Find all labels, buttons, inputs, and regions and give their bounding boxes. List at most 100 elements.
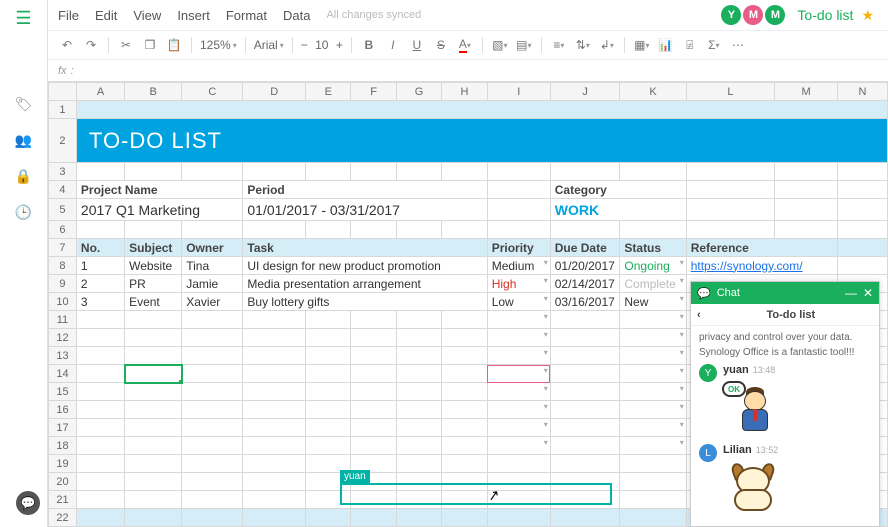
row-header[interactable]: 12 (49, 329, 77, 347)
chat-fab-icon[interactable]: 💬 (16, 491, 40, 515)
row-header[interactable]: 19 (49, 455, 77, 473)
valign-icon[interactable]: ⇅▾ (574, 36, 592, 54)
cell[interactable] (182, 383, 243, 401)
cell[interactable] (351, 163, 396, 181)
menu-file[interactable]: File (58, 8, 79, 23)
cell-reference[interactable]: https://synology.com/ (686, 257, 837, 275)
cell[interactable] (487, 437, 550, 455)
col-header[interactable]: L (686, 83, 774, 101)
cell[interactable] (243, 455, 306, 473)
cell[interactable] (125, 163, 182, 181)
lock-icon[interactable]: 🔒 (15, 167, 33, 185)
cell[interactable] (442, 221, 487, 239)
row-header[interactable]: 11 (49, 311, 77, 329)
hdr-priority[interactable]: Priority (487, 239, 550, 257)
cell[interactable] (838, 181, 888, 199)
cell[interactable] (396, 383, 442, 401)
merge-icon[interactable]: ▦▾ (633, 36, 651, 54)
cell[interactable] (125, 383, 182, 401)
cell[interactable] (442, 383, 487, 401)
cell[interactable] (182, 365, 243, 383)
cell[interactable] (487, 365, 550, 383)
cell[interactable] (487, 311, 550, 329)
cell[interactable] (550, 509, 620, 527)
cell[interactable] (306, 437, 351, 455)
cell[interactable] (243, 347, 306, 365)
cell[interactable] (351, 509, 396, 527)
cell[interactable] (620, 455, 686, 473)
cell[interactable] (243, 365, 306, 383)
cell[interactable] (182, 329, 243, 347)
cell[interactable] (620, 491, 686, 509)
zoom-select[interactable]: 125%▾ (200, 38, 237, 52)
undo-icon[interactable]: ↶ (58, 36, 76, 54)
row-header[interactable]: 6 (49, 221, 77, 239)
cell[interactable] (243, 383, 306, 401)
cell[interactable] (550, 163, 620, 181)
cell[interactable] (487, 419, 550, 437)
chat-body[interactable]: privacy and control over your data. Syno… (691, 326, 879, 526)
cell[interactable] (396, 419, 442, 437)
menu-format[interactable]: Format (226, 8, 267, 23)
borders-icon[interactable]: ▤▾ (515, 36, 533, 54)
menu-insert[interactable]: Insert (177, 8, 210, 23)
cell-priority[interactable]: Medium (487, 257, 550, 275)
cell-task[interactable]: Buy lottery gifts (243, 293, 487, 311)
textcolor-icon[interactable]: A▾ (456, 36, 474, 54)
cell[interactable] (76, 509, 124, 527)
cell[interactable] (125, 419, 182, 437)
cell[interactable] (838, 163, 888, 181)
chat-header[interactable]: 💬 Chat — ✕ (691, 282, 879, 304)
menu-edit[interactable]: Edit (95, 8, 117, 23)
tag-icon[interactable]: 🏷 (15, 95, 33, 113)
col-header[interactable]: N (838, 83, 888, 101)
cell-no[interactable]: 2 (76, 275, 124, 293)
row-header[interactable]: 9 (49, 275, 77, 293)
cell[interactable] (686, 221, 774, 239)
cell[interactable] (182, 221, 243, 239)
people-icon[interactable]: 👥 (15, 131, 33, 149)
row-header[interactable]: 20 (49, 473, 77, 491)
col-header[interactable]: A (76, 83, 124, 101)
cell-no[interactable]: 3 (76, 293, 124, 311)
cell[interactable] (243, 163, 306, 181)
cut-icon[interactable]: ✂ (117, 36, 135, 54)
cell[interactable] (620, 163, 686, 181)
wrap-icon[interactable]: ↲▾ (598, 36, 616, 54)
cell[interactable] (351, 347, 396, 365)
cell[interactable] (125, 455, 182, 473)
cell-due[interactable]: 02/14/2017 (550, 275, 620, 293)
cell[interactable] (76, 163, 124, 181)
cell[interactable] (306, 347, 351, 365)
filter-icon[interactable]: ⍯ (681, 36, 699, 54)
cell[interactable] (442, 401, 487, 419)
cell[interactable] (351, 365, 396, 383)
cell-due[interactable]: 03/16/2017 (550, 293, 620, 311)
cell[interactable] (182, 401, 243, 419)
star-icon[interactable]: ★ (861, 7, 874, 24)
cell[interactable] (125, 509, 182, 527)
row-header[interactable]: 7 (49, 239, 77, 257)
hdr-task[interactable]: Task (243, 239, 487, 257)
menu-view[interactable]: View (133, 8, 161, 23)
collaborator-avatar[interactable]: M (765, 5, 785, 25)
cell[interactable] (686, 181, 774, 199)
cell[interactable] (838, 257, 888, 275)
cell[interactable] (487, 181, 550, 199)
col-header[interactable]: F (351, 83, 396, 101)
cell[interactable] (76, 383, 124, 401)
chat-back-icon[interactable]: ‹ (697, 309, 701, 321)
cell[interactable] (243, 509, 306, 527)
cell[interactable] (76, 437, 124, 455)
cell[interactable] (620, 473, 686, 491)
cell[interactable] (396, 509, 442, 527)
cell[interactable] (351, 311, 396, 329)
col-header[interactable]: I (487, 83, 550, 101)
cell[interactable] (550, 383, 620, 401)
cell[interactable] (351, 221, 396, 239)
cell[interactable] (306, 509, 351, 527)
cell[interactable] (182, 419, 243, 437)
row-header[interactable]: 16 (49, 401, 77, 419)
chart-icon[interactable]: 📊 (657, 36, 675, 54)
label-period[interactable]: Period (243, 181, 487, 199)
